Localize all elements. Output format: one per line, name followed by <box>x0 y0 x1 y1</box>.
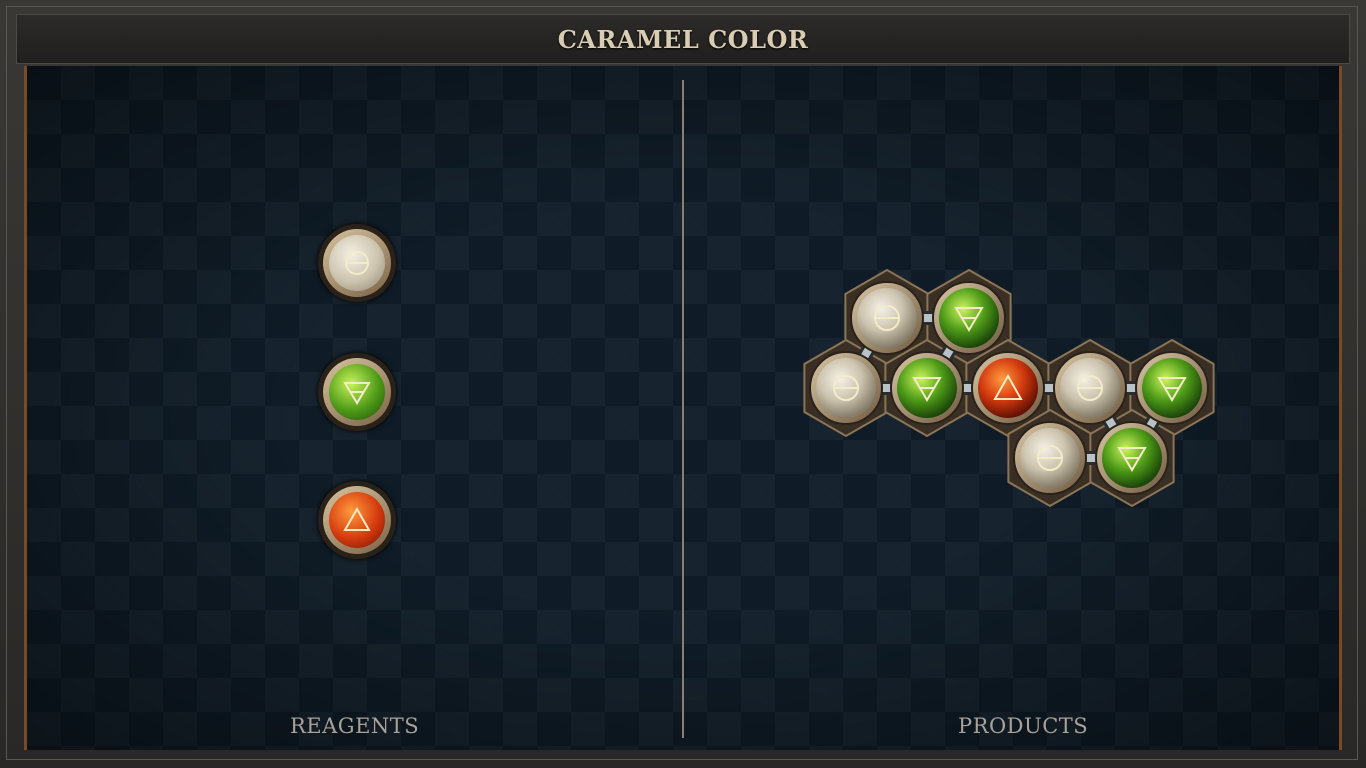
atom-water <box>890 351 964 425</box>
atom-salt <box>809 351 883 425</box>
reagent-fire[interactable] <box>318 481 396 559</box>
product-molecule <box>803 268 1215 508</box>
page-title: CARAMEL COLOR <box>557 24 809 54</box>
atom-salt <box>1013 421 1087 495</box>
title-bar: CARAMEL COLOR <box>16 14 1350 64</box>
atom-salt <box>1053 351 1127 425</box>
water-icon <box>318 353 396 431</box>
panel-divider <box>682 80 684 738</box>
reagents-label: REAGENTS <box>290 714 420 738</box>
fire-icon <box>318 481 396 559</box>
reagent-salt[interactable] <box>318 224 396 302</box>
atom-water <box>1135 351 1209 425</box>
products-label: PRODUCTS <box>958 714 1089 738</box>
salt-icon <box>318 224 396 302</box>
atom-water <box>1095 421 1169 495</box>
atom-fire <box>971 351 1045 425</box>
reagent-water[interactable] <box>318 353 396 431</box>
atom-salt <box>850 281 924 355</box>
atom-water <box>932 281 1006 355</box>
